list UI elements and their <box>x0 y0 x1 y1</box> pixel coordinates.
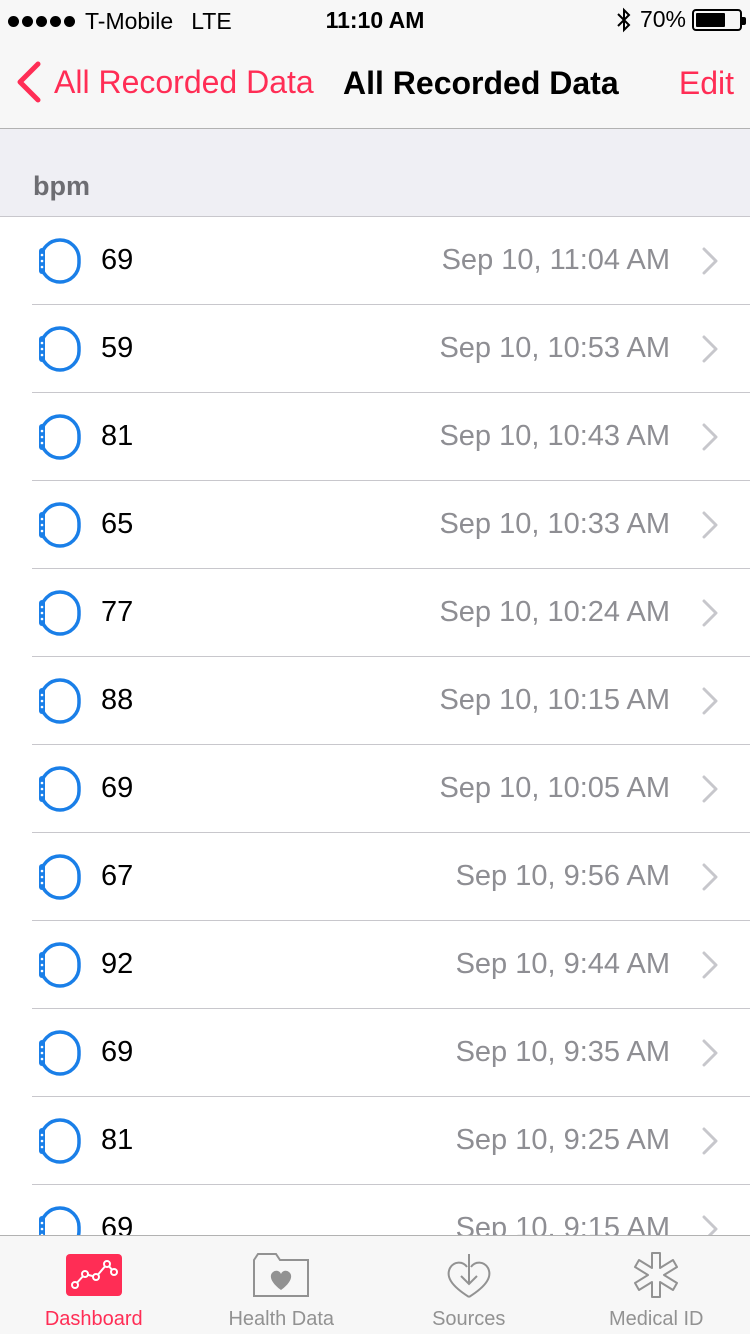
list-item[interactable]: 69 Sep 10, 10:05 AM <box>0 745 750 833</box>
list-item[interactable]: 69 Sep 10, 11:04 AM <box>0 217 750 305</box>
record-value: 67 <box>101 860 134 892</box>
watch-icon <box>39 766 81 812</box>
watch-icon <box>39 1206 81 1235</box>
record-value: 69 <box>101 1212 134 1235</box>
list-item[interactable]: 81 Sep 10, 9:25 AM <box>0 1097 750 1185</box>
record-date: Sep 10, 9:35 AM <box>455 1036 670 1068</box>
record-value: 81 <box>101 420 134 452</box>
health-data-icon <box>253 1253 310 1297</box>
list-item[interactable]: 65 Sep 10, 10:33 AM <box>0 481 750 569</box>
dashboard-icon <box>65 1254 122 1296</box>
tab-medical-id[interactable]: Medical ID <box>563 1236 750 1334</box>
watch-icon <box>39 326 81 372</box>
medical-id-icon <box>634 1252 679 1298</box>
tab-health-data[interactable]: Health Data <box>188 1236 376 1334</box>
edit-button[interactable]: Edit <box>679 65 734 102</box>
chevron-right-icon <box>702 1127 718 1155</box>
tab-label: Sources <box>432 1308 506 1330</box>
watch-icon <box>39 238 81 284</box>
record-date: Sep 10, 10:33 AM <box>439 508 670 540</box>
tab-label: Medical ID <box>609 1308 704 1330</box>
list-item[interactable]: 77 Sep 10, 10:24 AM <box>0 569 750 657</box>
record-date: Sep 10, 11:04 AM <box>441 244 670 276</box>
record-date: Sep 10, 9:15 AM <box>455 1212 670 1235</box>
chevron-right-icon <box>702 1215 718 1235</box>
battery-percent: 70% <box>639 6 686 32</box>
bluetooth-icon <box>616 7 632 33</box>
page-title: All Recorded Data <box>343 65 619 101</box>
record-value: 88 <box>101 684 134 716</box>
record-value: 81 <box>101 1124 134 1156</box>
watch-icon <box>39 942 81 988</box>
record-date: Sep 10, 10:15 AM <box>439 684 670 716</box>
record-date: Sep 10, 10:53 AM <box>439 332 670 364</box>
tab-dashboard[interactable]: Dashboard <box>0 1236 188 1334</box>
section-title: bpm <box>33 171 90 201</box>
watch-icon <box>39 1118 81 1164</box>
record-date: Sep 10, 9:44 AM <box>455 948 670 980</box>
tab-label: Health Data <box>228 1308 335 1330</box>
record-value: 92 <box>101 948 134 980</box>
chevron-right-icon <box>702 775 718 803</box>
record-value: 65 <box>101 508 134 540</box>
chevron-right-icon <box>702 863 718 891</box>
navigation-bar: All Recorded Data All Recorded Data Edit <box>0 40 750 129</box>
back-button-label: All Recorded Data <box>54 63 314 100</box>
watch-icon <box>39 678 81 724</box>
record-value: 69 <box>101 772 134 804</box>
status-right: 70% <box>616 6 746 33</box>
watch-icon <box>39 502 81 548</box>
chevron-right-icon <box>702 335 718 363</box>
record-value: 59 <box>101 332 134 364</box>
list-item[interactable]: 67 Sep 10, 9:56 AM <box>0 833 750 921</box>
list-item[interactable]: 81 Sep 10, 10:43 AM <box>0 393 750 481</box>
chevron-right-icon <box>702 687 718 715</box>
section-header: bpm <box>0 129 750 217</box>
tab-label: Dashboard <box>44 1308 143 1330</box>
record-date: Sep 10, 10:43 AM <box>439 420 670 452</box>
list-item[interactable]: 69 Sep 10, 9:35 AM <box>0 1009 750 1097</box>
chevron-right-icon <box>702 599 718 627</box>
chevron-right-icon <box>702 951 718 979</box>
watch-icon <box>39 414 81 460</box>
watch-icon <box>39 590 81 636</box>
tab-bar: Dashboard Health Data Sources Medical ID <box>0 1235 750 1334</box>
record-value: 77 <box>101 596 134 628</box>
chevron-right-icon <box>702 247 718 275</box>
sources-icon <box>447 1254 491 1298</box>
tab-sources[interactable]: Sources <box>375 1236 563 1334</box>
record-date: Sep 10, 10:05 AM <box>439 772 670 804</box>
record-date: Sep 10, 9:56 AM <box>455 860 670 892</box>
chevron-right-icon <box>702 511 718 539</box>
back-chevron-icon <box>17 61 41 103</box>
battery-icon <box>692 8 746 31</box>
back-button[interactable]: All Recorded Data <box>14 60 314 104</box>
record-date: Sep 10, 10:24 AM <box>439 596 670 628</box>
record-value: 69 <box>101 244 134 276</box>
status-bar: T-Mobile LTE 11:10 AM 70% <box>0 0 750 40</box>
chevron-right-icon <box>702 423 718 451</box>
watch-icon <box>39 854 81 900</box>
list-item[interactable]: 88 Sep 10, 10:15 AM <box>0 657 750 745</box>
watch-icon <box>39 1030 81 1076</box>
chevron-right-icon <box>702 1039 718 1067</box>
records-list[interactable]: 69 Sep 10, 11:04 AM 59 Sep 10, 10:53 AM … <box>0 217 750 1235</box>
list-item[interactable]: 69 Sep 10, 9:15 AM <box>0 1185 750 1235</box>
record-date: Sep 10, 9:25 AM <box>455 1124 670 1156</box>
list-item[interactable]: 59 Sep 10, 10:53 AM <box>0 305 750 393</box>
list-item[interactable]: 92 Sep 10, 9:44 AM <box>0 921 750 1009</box>
record-value: 69 <box>101 1036 134 1068</box>
